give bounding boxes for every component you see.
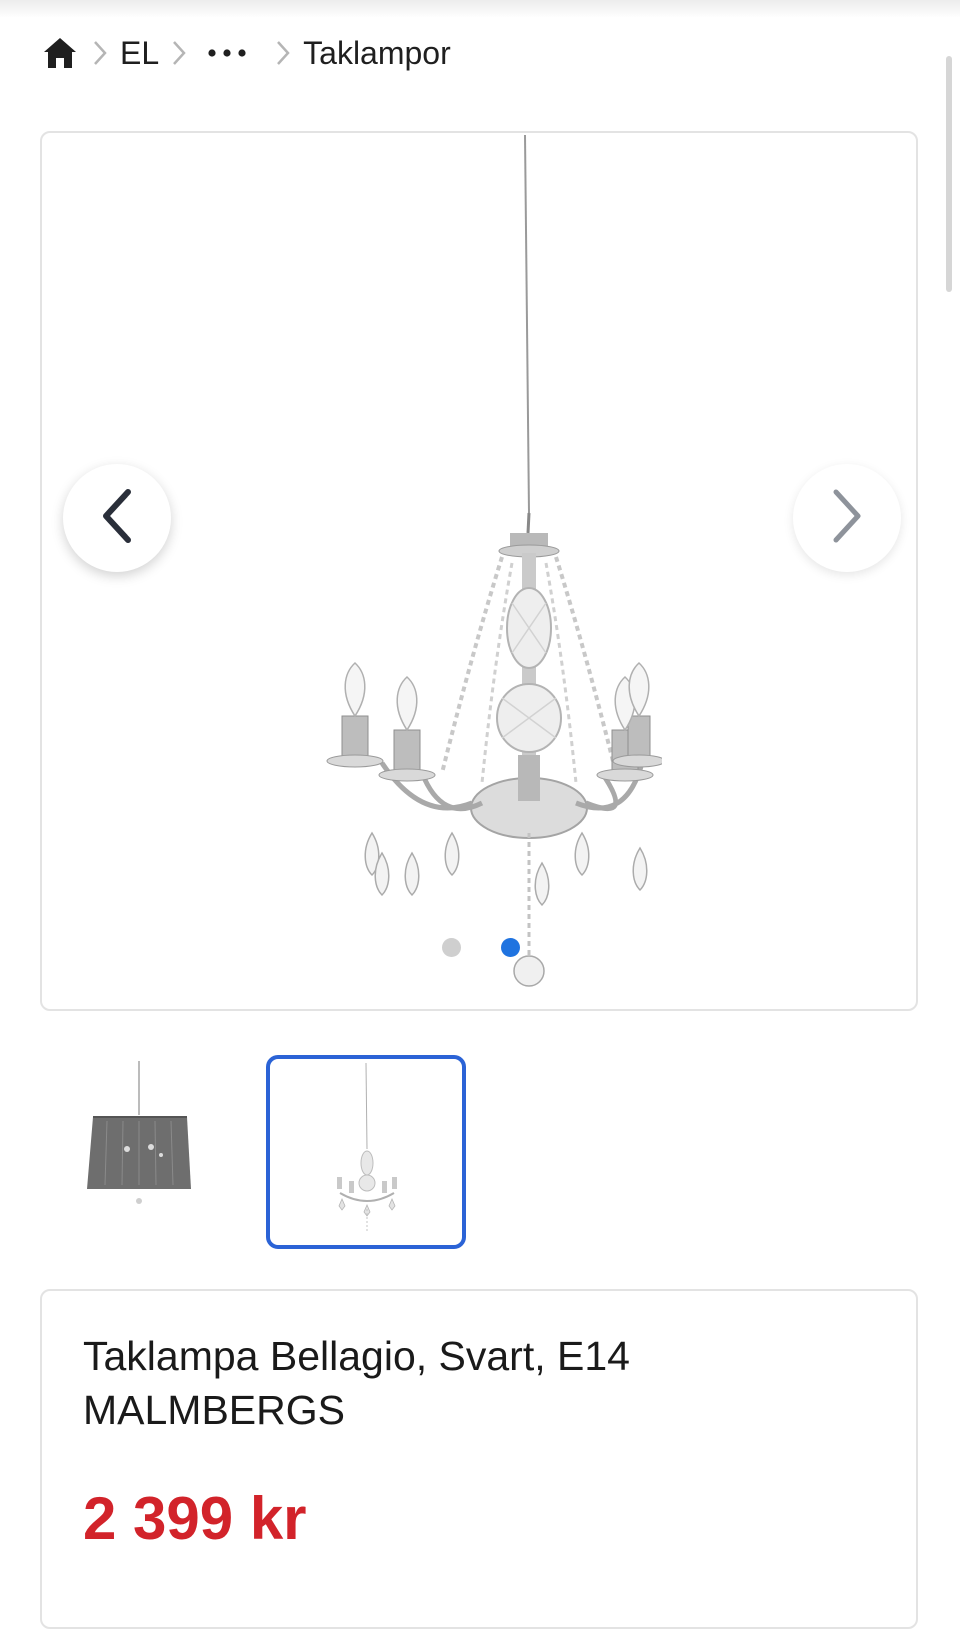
product-title-text: Taklampa Bellagio, Svart, E14	[83, 1333, 630, 1379]
breadcrumb-item-taklampor[interactable]: Taklampor	[303, 30, 451, 76]
breadcrumb-more-button[interactable]	[199, 30, 255, 76]
chevron-right-icon	[159, 30, 199, 76]
chevron-left-icon	[100, 488, 134, 549]
chevron-right-icon	[80, 30, 120, 76]
breadcrumb-item-el[interactable]: EL	[120, 30, 159, 76]
pagination-dot[interactable]	[442, 938, 461, 957]
chevron-right-icon	[830, 488, 864, 549]
home-icon[interactable]	[40, 30, 80, 76]
product-title: Taklampa Bellagio, Svart, E14 MALMBERGS	[83, 1329, 863, 1437]
gallery-next-button[interactable]	[793, 464, 901, 572]
product-brand: MALMBERGS	[83, 1387, 345, 1433]
product-image-chandelier[interactable]	[322, 133, 666, 1009]
product-gallery[interactable]	[40, 131, 918, 1011]
gallery-pagination	[442, 938, 520, 957]
breadcrumb: EL Taklampor	[40, 30, 451, 76]
scrollbar[interactable]	[946, 56, 952, 292]
chevron-right-icon	[263, 30, 303, 76]
gallery-prev-button[interactable]	[63, 464, 171, 572]
thumbnail-chandelier[interactable]	[266, 1055, 466, 1249]
product-info-card: Taklampa Bellagio, Svart, E14 MALMBERGS …	[40, 1289, 918, 1629]
top-shadow	[0, 0, 960, 18]
product-price: 2 399 kr	[83, 1485, 307, 1552]
pagination-dot-active[interactable]	[501, 938, 520, 957]
thumbnail-pendant-shade[interactable]	[67, 1055, 267, 1249]
